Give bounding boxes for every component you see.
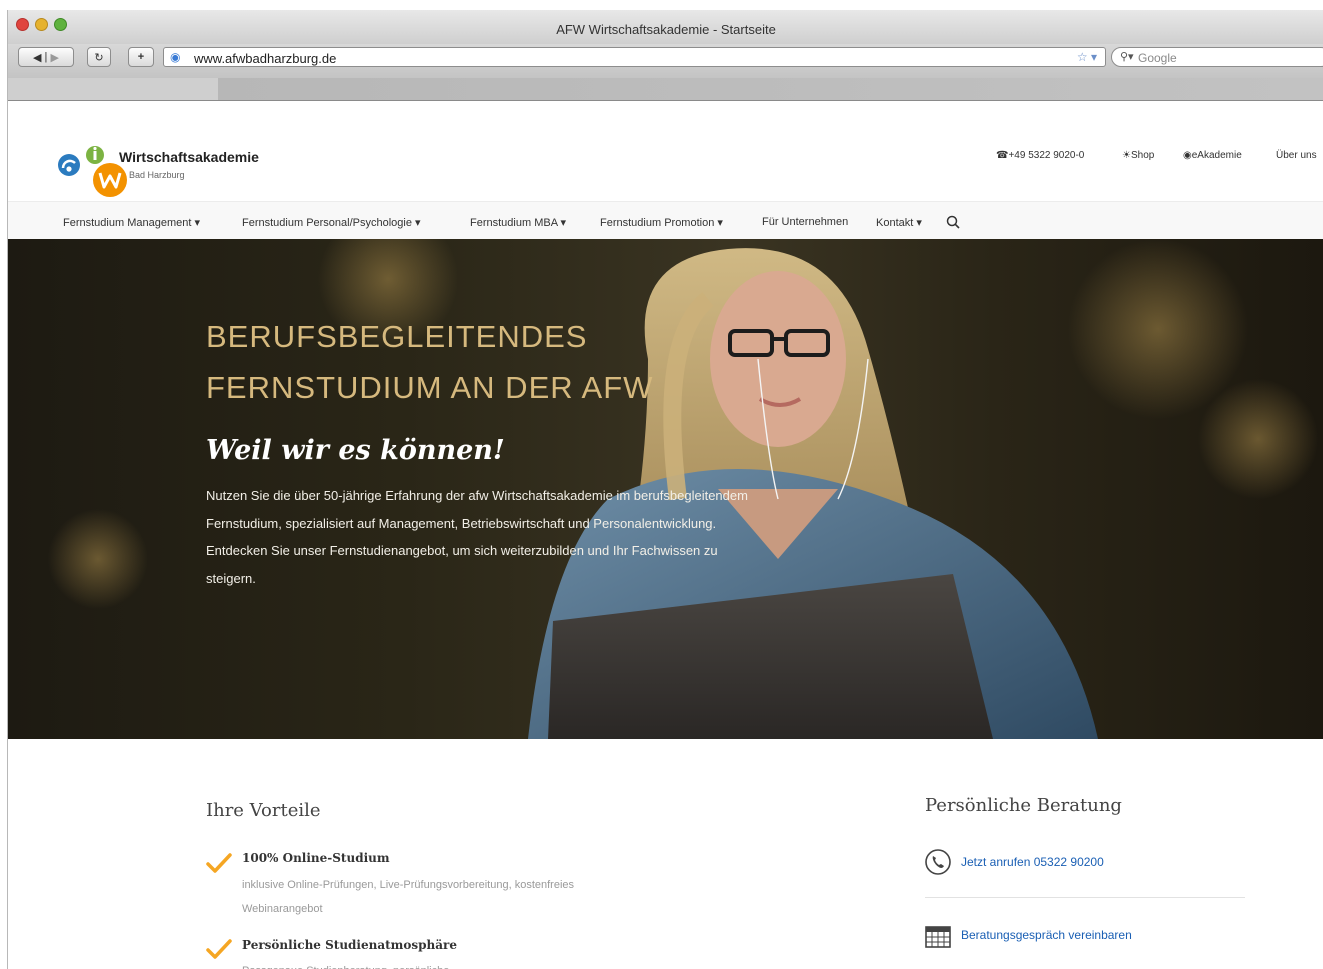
add-icon: + <box>137 51 145 63</box>
beratung-heading: Persönliche Beratung <box>925 795 1122 816</box>
feature-description: Passgenaue Studienberatung, persönliche <box>242 959 602 969</box>
bookmarks-bar <box>8 78 1323 101</box>
back-icon[interactable]: ◀ <box>33 51 41 64</box>
feature-title: Persönliche Studienatmosphäre <box>242 938 457 952</box>
feature-description: inklusive Online-Prüfungen, Live-Prüfung… <box>242 879 575 915</box>
logo[interactable] <box>56 143 128 199</box>
nav-fernstudium-personal[interactable]: Fernstudium Personal/Psychologie ▾ <box>242 216 421 229</box>
address-bar[interactable]: ◉ www.afwbadharzburg.de ☆ ▾ <box>163 47 1106 67</box>
search-icon: ⚲▾ <box>1120 51 1134 63</box>
hero-headline-line-1: BERUFSBEGLEITENDES <box>206 319 588 354</box>
nav-fuer-unternehmen[interactable]: Für Unternehmen <box>762 216 848 228</box>
browser-window: AFW Wirtschaftsakademie - Startseite ◀ |… <box>7 10 1323 969</box>
website: Wirtschaftsakademie Bad Harzburg ☎+49 53… <box>8 101 1323 969</box>
ueber-uns-link[interactable]: Über uns <box>1276 150 1317 161</box>
search-field[interactable]: ⚲▾ Google <box>1111 47 1323 67</box>
call-now-link[interactable]: Jetzt anrufen 05322 90200 <box>961 855 1104 869</box>
browser-toolbar: ◀ | ▶ ↻ + ◉ www.afwbadharzburg.de ☆ ▾ ⚲▾… <box>8 44 1323 79</box>
title-bar: AFW Wirtschaftsakademie - Startseite <box>8 10 1323 44</box>
globe-icon: ◉ <box>170 50 181 64</box>
reload-button[interactable]: ↻ <box>87 47 111 67</box>
main-navigation: Fernstudium Management ▾ Fernstudium Per… <box>8 201 1323 240</box>
url-text[interactable]: www.afwbadharzburg.de <box>194 51 336 66</box>
star-icon[interactable]: ☆ ▾ <box>1077 50 1097 64</box>
nav-fernstudium-promotion[interactable]: Fernstudium Promotion ▾ <box>600 216 723 229</box>
divider <box>925 897 1245 898</box>
nav-fernstudium-management[interactable]: Fernstudium Management ▾ <box>63 216 200 229</box>
shop-link[interactable]: ☀Shop <box>1122 150 1154 161</box>
forward-icon[interactable]: ▶ <box>50 51 58 64</box>
checkmark-icon <box>206 853 232 873</box>
eakademie-link[interactable]: ◉eAkademie <box>1183 150 1242 161</box>
nav-fernstudium-mba[interactable]: Fernstudium MBA ▾ <box>470 216 566 229</box>
hero-headline-line-2: FERNSTUDIUM AN DER AFW <box>206 370 654 405</box>
appointment-link[interactable]: Beratungsgespräch vereinbaren <box>961 928 1132 942</box>
add-bookmark-button[interactable]: + <box>128 47 154 67</box>
hero-banner: BERUFSBEGLEITENDES FERNSTUDIUM AN DER AF… <box>8 239 1323 739</box>
search-placeholder: Google <box>1138 51 1177 65</box>
feature-title: 100% Online-Studium <box>242 851 390 865</box>
calendar-icon[interactable] <box>924 923 952 949</box>
phone-icon[interactable] <box>924 848 952 876</box>
reload-icon: ↻ <box>94 51 104 64</box>
hero-tagline: Weil wir es können! <box>206 435 505 466</box>
search-icon[interactable] <box>946 215 960 229</box>
vorteile-heading: Ihre Vorteile <box>206 800 321 821</box>
back-forward-button[interactable]: ◀ | ▶ <box>18 47 74 67</box>
brand-name[interactable]: Wirtschaftsakademie <box>119 149 259 165</box>
phone-link[interactable]: ☎+49 5322 9020-0 <box>996 150 1084 161</box>
brand-subtitle: Bad Harzburg <box>129 170 185 180</box>
nav-kontakt[interactable]: Kontakt ▾ <box>876 216 922 229</box>
hero-body-text: Nutzen Sie die über 50-jährige Erfahrung… <box>206 488 748 586</box>
window-title: AFW Wirtschaftsakademie - Startseite <box>556 22 776 37</box>
checkmark-icon <box>206 939 232 959</box>
